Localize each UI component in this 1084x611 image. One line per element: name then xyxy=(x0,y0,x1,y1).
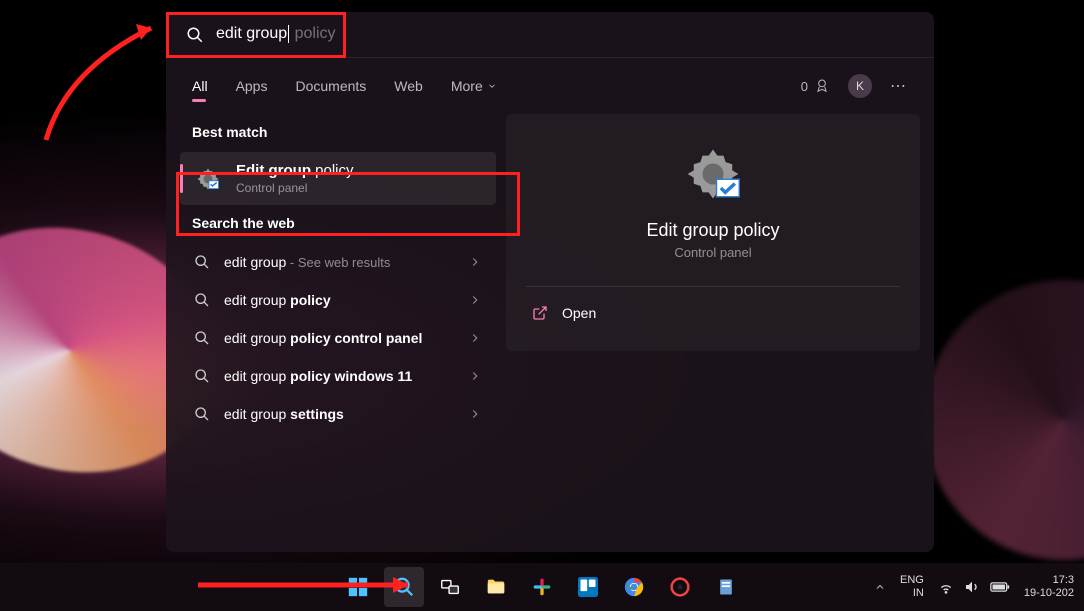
tab-all[interactable]: All xyxy=(192,64,208,108)
results-column: Best match Edit group policy Control pan… xyxy=(180,114,496,532)
language-indicator[interactable]: ENG IN xyxy=(900,574,924,600)
windows-logo-icon xyxy=(347,576,369,598)
preview-gear-icon xyxy=(685,146,741,202)
control-panel-gear-icon xyxy=(194,165,222,193)
best-match-subtitle: Control panel xyxy=(236,181,354,195)
search-filter-tabs: All Apps Documents Web More 0 K ⋯ xyxy=(166,58,934,114)
divider xyxy=(526,286,900,287)
taskbar-center xyxy=(338,567,746,607)
search-icon xyxy=(393,576,415,598)
slack-icon xyxy=(532,577,552,597)
folder-icon xyxy=(485,576,507,598)
app-button-7[interactable] xyxy=(660,567,700,607)
chevron-right-icon xyxy=(468,331,482,345)
tab-documents[interactable]: Documents xyxy=(295,64,366,108)
best-match-result[interactable]: Edit group policy Control panel xyxy=(180,152,496,205)
preview-column: Edit group policy Control panel Open xyxy=(506,114,920,532)
preview-card: Edit group policy Control panel Open xyxy=(506,114,920,351)
external-link-icon xyxy=(532,305,548,321)
search-icon xyxy=(194,330,210,346)
file-explorer-button[interactable] xyxy=(476,567,516,607)
preview-subtitle: Control panel xyxy=(674,245,751,260)
system-tray[interactable] xyxy=(938,579,1010,595)
search-web-heading: Search the web xyxy=(180,205,496,243)
desktop-wallpaper-swirl-right xyxy=(924,280,1084,560)
medal-icon xyxy=(814,78,830,94)
search-icon xyxy=(186,26,204,44)
search-button[interactable] xyxy=(384,567,424,607)
start-button[interactable] xyxy=(338,567,378,607)
web-result-1[interactable]: edit group policy xyxy=(180,281,496,319)
chrome-icon xyxy=(624,577,644,597)
chevron-right-icon xyxy=(468,293,482,307)
app-button-8[interactable] xyxy=(706,567,746,607)
windows-search-panel: edit group policy All Apps Documents Web… xyxy=(166,12,934,552)
user-avatar[interactable]: K xyxy=(848,74,872,98)
task-view-button[interactable] xyxy=(430,567,470,607)
taskbar: ENG IN 17:3 19-10-202 xyxy=(0,563,1084,611)
slack-button[interactable] xyxy=(522,567,562,607)
rewards-indicator[interactable]: 0 xyxy=(801,78,830,94)
wifi-icon xyxy=(938,579,954,595)
chevron-right-icon xyxy=(468,407,482,421)
best-match-heading: Best match xyxy=(180,114,496,152)
open-action[interactable]: Open xyxy=(526,295,900,331)
chevron-down-icon xyxy=(487,81,497,91)
search-icon xyxy=(194,292,210,308)
battery-icon xyxy=(990,581,1010,593)
preview-title: Edit group policy xyxy=(646,220,779,241)
trello-button[interactable] xyxy=(568,567,608,607)
search-icon xyxy=(194,406,210,422)
best-match-title: Edit group policy xyxy=(236,162,354,179)
tray-overflow-button[interactable] xyxy=(874,581,886,593)
clock[interactable]: 17:3 19-10-202 xyxy=(1024,574,1074,600)
search-icon xyxy=(194,368,210,384)
search-input[interactable]: edit group policy xyxy=(216,25,336,43)
more-options-button[interactable]: ⋯ xyxy=(890,76,908,96)
annotation-arrow-to-search xyxy=(36,10,176,150)
web-result-2[interactable]: edit group policy control panel xyxy=(180,319,496,357)
document-icon xyxy=(716,577,736,597)
volume-icon xyxy=(964,579,980,595)
task-view-icon xyxy=(439,576,461,598)
web-result-4[interactable]: edit group settings xyxy=(180,395,496,433)
chevron-right-icon xyxy=(468,369,482,383)
circle-icon xyxy=(670,577,690,597)
search-bar[interactable]: edit group policy xyxy=(166,12,934,58)
search-icon xyxy=(194,254,210,270)
chevron-right-icon xyxy=(468,255,482,269)
tab-more[interactable]: More xyxy=(451,64,497,108)
tab-apps[interactable]: Apps xyxy=(236,64,268,108)
web-result-3[interactable]: edit group policy windows 11 xyxy=(180,357,496,395)
chrome-button[interactable] xyxy=(614,567,654,607)
tab-web[interactable]: Web xyxy=(394,64,423,108)
trello-icon xyxy=(578,577,598,597)
web-result-0[interactable]: edit group - See web results xyxy=(180,243,496,281)
